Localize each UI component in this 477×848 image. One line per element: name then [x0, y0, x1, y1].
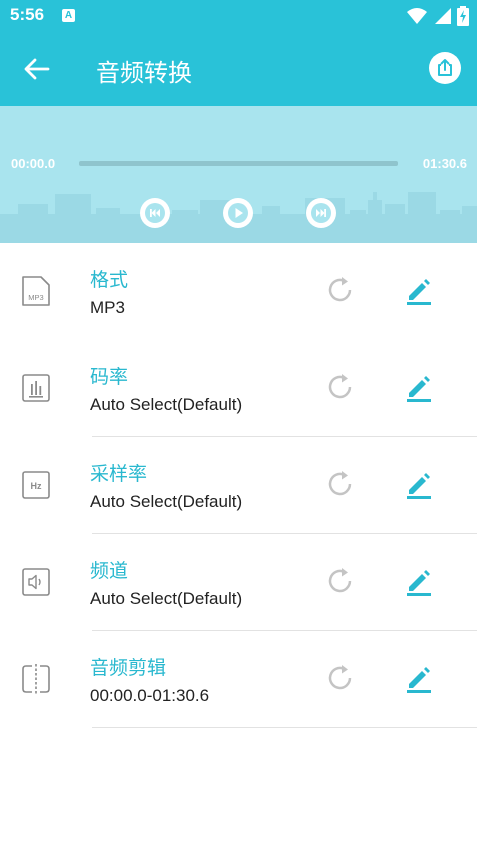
edit-button[interactable]	[403, 565, 435, 597]
hz-icon: Hz	[21, 469, 51, 501]
notification-badge: A	[62, 9, 75, 22]
pencil-icon	[407, 376, 431, 402]
current-time: 00:00.0	[11, 156, 56, 171]
pencil-icon	[407, 473, 431, 499]
play-icon	[228, 203, 248, 223]
edit-button[interactable]	[403, 371, 435, 403]
setting-value: 00:00.0-01:30.6	[90, 686, 210, 705]
svg-text:Hz: Hz	[31, 481, 42, 491]
pencil-icon	[407, 279, 431, 305]
list-item-sample-rate[interactable]: Hz 采样率 Auto Select(Default)	[0, 437, 477, 534]
edit-button[interactable]	[403, 274, 435, 306]
reset-button[interactable]	[324, 662, 356, 694]
conversion-settings-list: MP3 格式 MP3 码率 Auto Select(Default) Hz 采样…	[0, 243, 477, 728]
app-bar: 音频转换	[0, 32, 477, 106]
reset-button[interactable]	[324, 371, 356, 403]
status-icons	[407, 6, 469, 26]
total-time: 01:30.6	[422, 156, 467, 171]
signal-icon	[435, 8, 451, 24]
setting-title: 采样率	[90, 463, 148, 485]
trim-icon	[21, 663, 51, 695]
speaker-icon	[21, 566, 51, 598]
play-button[interactable]	[223, 198, 253, 228]
setting-title: 格式	[90, 269, 129, 291]
skip-next-icon	[311, 203, 331, 223]
bitrate-chart-icon	[21, 372, 51, 404]
mp3-file-icon: MP3	[21, 275, 51, 307]
edit-button[interactable]	[403, 662, 435, 694]
list-item-channel[interactable]: 频道 Auto Select(Default)	[0, 534, 477, 631]
setting-value: Auto Select(Default)	[90, 589, 243, 608]
refresh-icon	[328, 665, 352, 690]
edit-button[interactable]	[403, 468, 435, 500]
setting-value: MP3	[90, 298, 125, 317]
skip-previous-icon	[145, 203, 165, 223]
previous-button[interactable]	[140, 198, 170, 228]
reset-button[interactable]	[324, 565, 356, 597]
wifi-icon	[407, 8, 427, 24]
refresh-icon	[328, 277, 352, 302]
pencil-icon	[407, 570, 431, 596]
setting-title: 码率	[90, 366, 129, 388]
audio-player: 00:00.0 01:30.6	[0, 106, 477, 243]
pencil-icon	[407, 667, 431, 693]
seek-bar[interactable]	[79, 161, 398, 166]
share-icon	[438, 59, 452, 76]
reset-button[interactable]	[324, 274, 356, 306]
arrow-left-icon	[24, 58, 50, 80]
setting-value: Auto Select(Default)	[90, 395, 243, 414]
page-title: 音频转换	[96, 59, 192, 87]
list-item-audio-trim[interactable]: 音频剪辑 00:00.0-01:30.6	[0, 631, 477, 728]
svg-text:MP3: MP3	[28, 293, 43, 302]
status-bar: 5:56 A	[0, 0, 477, 32]
refresh-icon	[328, 374, 352, 399]
battery-charging-icon	[457, 6, 469, 26]
next-button[interactable]	[306, 198, 336, 228]
status-time: 5:56	[10, 5, 45, 24]
share-button[interactable]	[429, 52, 461, 84]
refresh-icon	[328, 568, 352, 593]
list-item-format[interactable]: MP3 格式 MP3	[0, 243, 477, 340]
refresh-icon	[328, 471, 352, 496]
setting-title: 音频剪辑	[90, 657, 167, 679]
setting-value: Auto Select(Default)	[90, 492, 243, 511]
divider	[92, 727, 477, 728]
back-button[interactable]	[20, 54, 54, 84]
setting-title: 频道	[90, 560, 129, 582]
reset-button[interactable]	[324, 468, 356, 500]
list-item-bitrate[interactable]: 码率 Auto Select(Default)	[0, 340, 477, 437]
